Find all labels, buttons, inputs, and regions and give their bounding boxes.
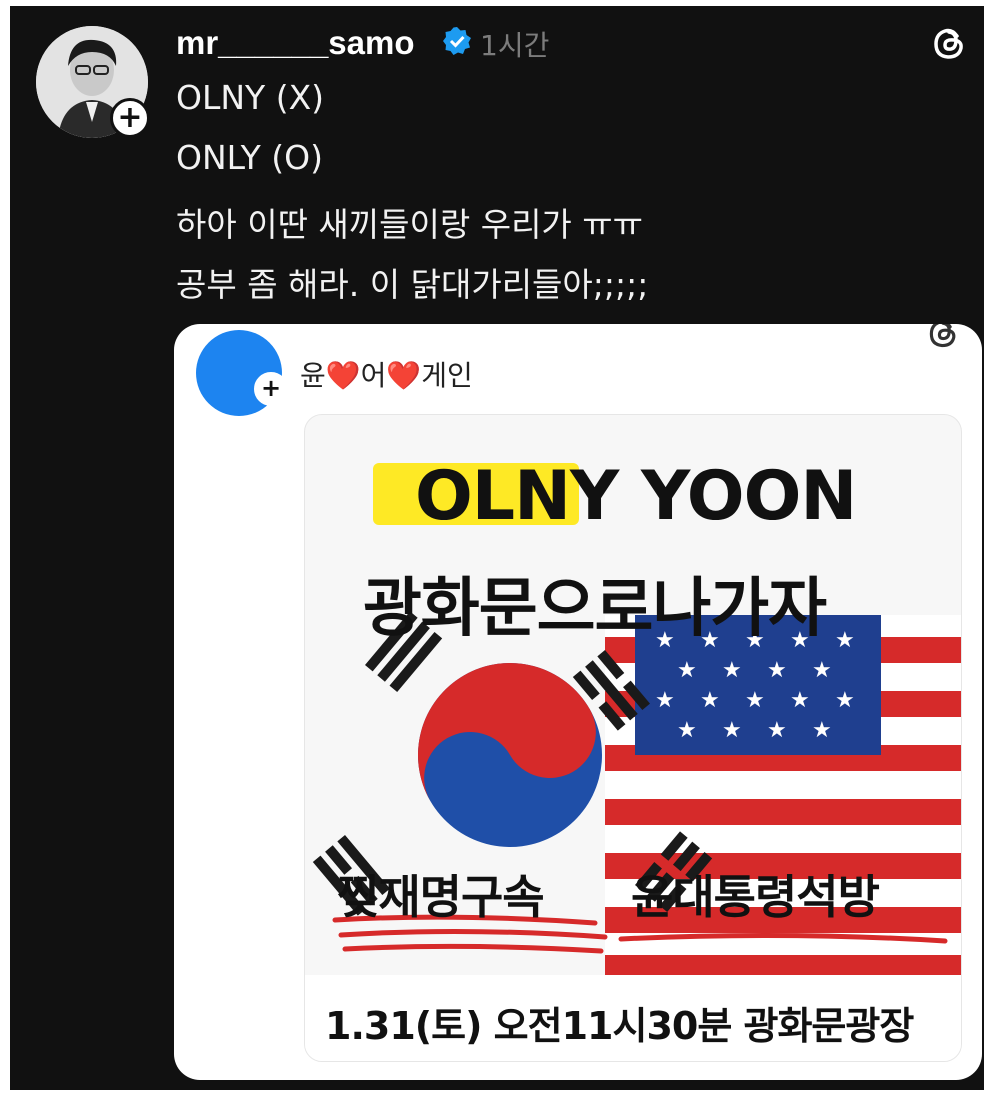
svg-text:★: ★ — [677, 658, 697, 683]
follow-plus-icon[interactable]: + — [110, 98, 150, 138]
svg-text:★: ★ — [655, 688, 675, 713]
post-time: 1시간 — [480, 29, 550, 62]
verified-badge-icon — [443, 27, 471, 55]
svg-text:★: ★ — [812, 658, 832, 683]
quoted-text-part-1: 윤 — [300, 359, 326, 392]
author-username[interactable]: mr______samo — [176, 24, 415, 62]
poster-subhead: 광화문으로나가자 — [363, 572, 827, 646]
poster-headline: OLNY YOON — [415, 457, 857, 536]
quoted-text-part-2: 어 — [360, 359, 387, 392]
svg-text:★: ★ — [722, 658, 742, 683]
quoted-post-image[interactable]: ★ ★ ★ ★ ★ ★ ★ ★ ★ ★ ★ ★ ★ ★ ★ ★ ★ ★ OLNY… — [304, 414, 962, 1062]
heart-icon: ❤️ — [325, 359, 361, 392]
svg-text:★: ★ — [767, 658, 787, 683]
svg-text:★: ★ — [790, 688, 810, 713]
post-container: + mr______samo 1시간 OLNY (X) ONLY (O) 하아 … — [10, 6, 984, 1090]
svg-text:★: ★ — [677, 718, 697, 743]
post-line-2: ONLY (O) — [176, 138, 324, 177]
quoted-post-card[interactable]: + 윤❤️어❤️게인 ★ ★ ★ ★ ★ ★ ★ ★ ★ ★ ★ ★ ★ ★ ★… — [174, 324, 982, 1080]
poster-right-slogan: 윤대통령석방 — [631, 870, 880, 924]
svg-text:★: ★ — [700, 688, 720, 713]
svg-text:★: ★ — [722, 718, 742, 743]
post-line-1: OLNY (X) — [176, 78, 325, 117]
quoted-follow-plus-icon[interactable]: + — [254, 372, 288, 406]
svg-text:★: ★ — [835, 628, 855, 653]
svg-text:★: ★ — [767, 718, 787, 743]
threads-logo-icon[interactable] — [930, 24, 968, 62]
quoted-post-text: 윤❤️어❤️게인 — [300, 354, 473, 394]
quoted-text-part-3: 게인 — [421, 359, 473, 392]
post-line-3: 하아 이딴 새끼들이랑 우리가 ㅠㅠ — [176, 205, 643, 244]
post-line-4: 공부 좀 해라. 이 닭대가리들아;;;;; — [176, 265, 649, 304]
svg-text:★: ★ — [745, 688, 765, 713]
svg-text:★: ★ — [812, 718, 832, 743]
quoted-threads-logo-icon — [929, 324, 956, 348]
heart-icon: ❤️ — [386, 359, 422, 392]
svg-text:★: ★ — [835, 688, 855, 713]
poster-left-slogan: 찢재명구속 — [337, 870, 545, 924]
poster-footer-date: 1.31(토) 오전11시30분 광화문광장 — [325, 1004, 914, 1048]
